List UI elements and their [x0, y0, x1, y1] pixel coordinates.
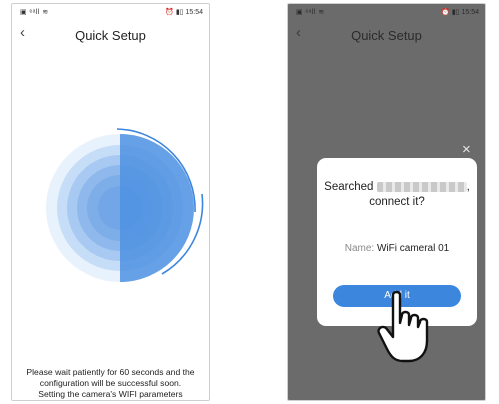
- close-icon[interactable]: ×: [462, 141, 471, 158]
- hand-pointer-icon: [377, 290, 429, 363]
- phone-screen-device-found: ▣ ᵉᵃll ≋ ⏰ ▮▯ 15:54 ‹ Quick Setup × Sear…: [287, 3, 486, 401]
- redacted-device-id: [376, 181, 467, 192]
- wait-message: Please wait patiently for 60 seconds and…: [26, 367, 195, 399]
- phone-screen-scanning: ▣ ᵉᵃll ≋ ⏰ ▮▯ 15:54 ‹ Quick Setup Please…: [11, 3, 210, 401]
- name-value: WiFi cameral 01: [376, 243, 450, 254]
- dialog-message: Searched , connect it?: [324, 181, 470, 208]
- nav-bar: ‹ Quick Setup: [288, 20, 485, 46]
- radar-sweep: [120, 134, 194, 282]
- battery-clock: ⏰ ▮▯ 15:54: [441, 9, 479, 16]
- device-name-row: Name: WiFi cameral 01: [317, 243, 477, 254]
- signal-icons: ▣ ᵉᵃll ≋: [296, 9, 325, 16]
- name-label: Name:: [344, 243, 375, 254]
- page-title: Quick Setup: [351, 28, 422, 43]
- radar-scan-icon: [46, 128, 204, 282]
- status-bar: ▣ ᵉᵃll ≋ ⏰ ▮▯ 15:54: [288, 4, 485, 18]
